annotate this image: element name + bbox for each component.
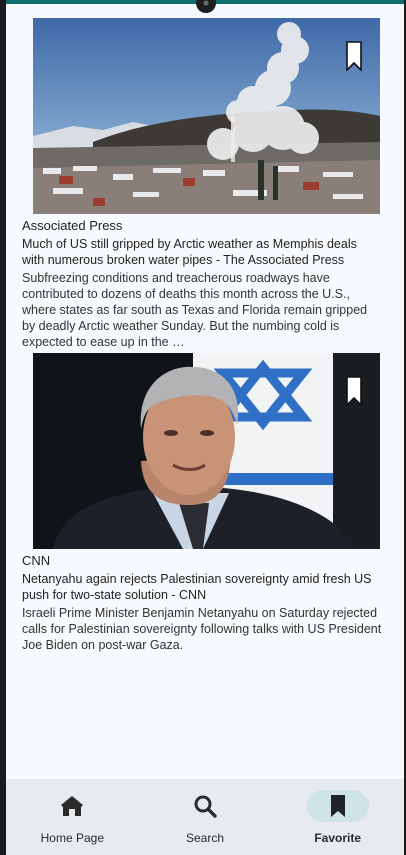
- nav-search[interactable]: Search: [139, 779, 272, 855]
- winter-town-photo: [33, 18, 380, 214]
- article-source: CNN: [22, 553, 51, 568]
- article-description: Subfreezing conditions and treacherous r…: [22, 271, 368, 349]
- bookmark-icon[interactable]: [346, 41, 362, 71]
- article-source: Associated Press: [22, 218, 123, 233]
- search-icon: [194, 795, 217, 818]
- portrait-photo: [33, 353, 380, 549]
- news-card[interactable]: CNN Netanyahu again rejects Palestinian …: [22, 353, 382, 653]
- nav-home-label: Home Page: [40, 831, 105, 845]
- bookmark-icon[interactable]: [346, 376, 362, 406]
- article-headline[interactable]: Netanyahu again rejects Palestinian sove…: [22, 571, 382, 603]
- nav-home[interactable]: Home Page: [6, 779, 139, 855]
- news-card[interactable]: Associated Press Much of US still grippe…: [22, 18, 382, 350]
- nav-favorite-label: Favorite: [314, 831, 362, 845]
- article-image[interactable]: [33, 353, 380, 549]
- front-camera: [196, 0, 216, 13]
- app-screen: Associated Press Much of US still grippe…: [6, 0, 404, 855]
- nav-search-icon-wrap: [174, 790, 236, 822]
- nav-home-icon-wrap: [41, 790, 103, 822]
- article-image[interactable]: [33, 18, 380, 214]
- article-description: Israeli Prime Minister Benjamin Netanyah…: [22, 606, 382, 652]
- article-headline[interactable]: Much of US still gripped by Arctic weath…: [22, 236, 382, 268]
- nav-favorite-icon-wrap: [306, 790, 369, 822]
- bookmark-icon: [330, 795, 345, 817]
- nav-search-label: Search: [185, 831, 225, 845]
- home-icon: [61, 796, 84, 816]
- bottom-navigation: Home Page Search Favorite: [6, 779, 404, 855]
- news-feed[interactable]: Associated Press Much of US still grippe…: [6, 18, 404, 653]
- nav-favorite[interactable]: Favorite: [271, 779, 404, 855]
